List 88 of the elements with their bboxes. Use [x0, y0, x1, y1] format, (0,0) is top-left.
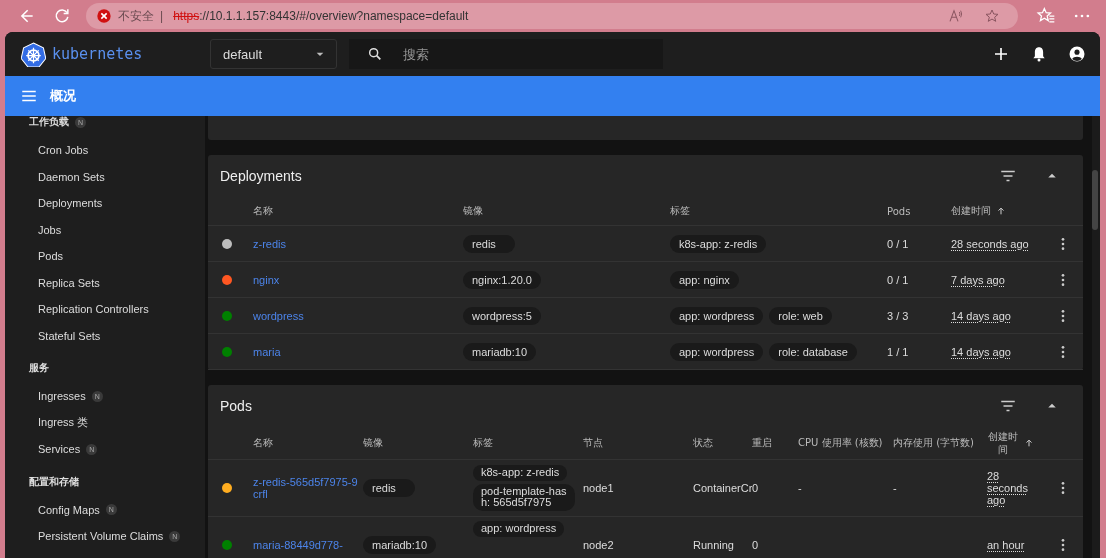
image-chip: nginx:1.20.0: [463, 270, 541, 289]
logo-text: kubernetes: [52, 45, 143, 63]
column-header[interactable]: 标签: [473, 436, 493, 450]
column-header[interactable]: 重启: [752, 436, 772, 450]
warning-icon[interactable]: [96, 8, 112, 24]
column-header[interactable]: 标签: [670, 204, 690, 218]
sidebar-item[interactable]: Ingress 类: [38, 415, 89, 431]
security-label[interactable]: 不安全: [118, 7, 154, 25]
sidebar-item[interactable]: Deployments: [38, 197, 103, 210]
sidebar-item[interactable]: Jobs: [38, 223, 62, 236]
image-chip: mariadb:10: [463, 342, 537, 361]
scrollbar-thumb[interactable]: [1092, 170, 1098, 230]
table-cell: 0: [752, 539, 759, 551]
sidebar-item[interactable]: Daemon Sets: [38, 170, 105, 183]
add-icon[interactable]: [992, 45, 1010, 63]
name-link[interactable]: z-redis-565d5f7975-9crfl: [253, 476, 359, 500]
name-link[interactable]: wordpress: [253, 309, 304, 322]
table-cell: -: [798, 482, 802, 494]
table-cell: -: [893, 482, 897, 494]
image-chip: wordpress:5: [463, 306, 541, 325]
sidebar-item[interactable]: Cron Jobs: [38, 144, 89, 157]
image-chip: mariadb:10: [363, 536, 437, 554]
name-link[interactable]: nginx: [253, 273, 280, 286]
namespace-select[interactable]: default: [210, 39, 337, 69]
section-title: 配置和存储: [29, 474, 79, 489]
column-header[interactable]: 节点: [583, 436, 603, 450]
section-title: 服务: [29, 361, 49, 375]
column-header[interactable]: 内存使用 (字节数): [893, 436, 974, 450]
search-icon: [367, 46, 383, 62]
image-chip: redis: [363, 479, 415, 497]
label-chip: app: wordpress: [670, 306, 764, 325]
sidebar-item[interactable]: Replication Controllers: [38, 303, 149, 316]
label-chip: role: web: [769, 306, 832, 325]
logo-icon: [21, 41, 46, 67]
card-title: Deployments: [220, 168, 302, 184]
account-icon[interactable]: [1068, 45, 1086, 63]
sort-arrow-icon[interactable]: [1024, 438, 1034, 448]
table-cell: 3 / 3: [887, 309, 909, 322]
label-chip: k8s-app: z-redis: [473, 465, 568, 481]
table-cell: 1 / 1: [887, 345, 909, 358]
column-header[interactable]: Pods: [887, 205, 911, 217]
table-cell: ContainerCr: [693, 482, 752, 494]
column-header[interactable]: 镜像: [463, 204, 483, 218]
column-header[interactable]: 镜像: [363, 436, 383, 450]
label-chip: app: wordpress: [473, 521, 565, 537]
label-chip: pod-template-hash: 565d5f7975: [473, 483, 575, 511]
column-header[interactable]: 创建时间: [951, 204, 991, 218]
table-cell: 0 / 1: [887, 273, 909, 286]
page-title: 概况: [50, 87, 76, 105]
image-chip: redis: [463, 234, 515, 253]
age-text: 28 seconds ago: [951, 237, 1029, 250]
name-link[interactable]: maria: [253, 345, 281, 358]
url-text[interactable]: https://10.1.1.157:8443/#/overview?namespace=default: [173, 9, 469, 23]
name-link[interactable]: maria-88449d778-: [253, 539, 343, 551]
age-text: 14 days ago: [951, 309, 1011, 322]
table-cell: node1: [583, 482, 614, 494]
column-header[interactable]: 创建时间: [987, 430, 1019, 456]
label-chip: k8s-app: z-redis: [670, 234, 767, 253]
column-header[interactable]: CPU 使用率 (核数): [798, 436, 883, 450]
label-chip: app: nginx: [670, 270, 739, 289]
name-link[interactable]: z-redis: [253, 237, 286, 250]
star-icon[interactable]: [984, 8, 1000, 24]
column-header[interactable]: 状态: [693, 436, 713, 450]
table-cell: Running: [693, 539, 734, 551]
sidebar-item[interactable]: Config Maps: [38, 503, 100, 516]
section-title: 工作负载: [29, 116, 69, 129]
sidebar-item[interactable]: Stateful Sets: [38, 329, 101, 342]
sort-arrow-icon[interactable]: [996, 206, 1006, 216]
label-chip: role: database: [769, 342, 857, 361]
column-header[interactable]: 名称: [253, 436, 273, 450]
address-bar[interactable]: 不安全 | https://10.1.1.157:8443/#/overview?namespace=default: [86, 3, 1018, 29]
table-cell: 0 / 1: [887, 237, 909, 250]
column-header[interactable]: 名称: [253, 204, 273, 218]
card-title: Pods: [220, 398, 252, 414]
search-field[interactable]: 搜索: [349, 39, 663, 69]
label-chip: app: wordpress: [670, 342, 764, 361]
sidebar-item[interactable]: Replica Sets: [38, 276, 100, 289]
separator: |: [160, 9, 164, 23]
age-text: 28 seconds ago: [987, 470, 1029, 506]
table-cell: node2: [583, 539, 614, 551]
age-text: 14 days ago: [951, 345, 1011, 358]
age-text: 7 days ago: [951, 273, 1005, 286]
sidebar-item[interactable]: Pods: [38, 250, 64, 263]
sidebar-item[interactable]: Services: [38, 443, 81, 456]
sidebar-item[interactable]: Persistent Volume Claims: [38, 530, 164, 543]
table-cell: 0: [752, 482, 759, 494]
sidebar-item[interactable]: Ingresses: [38, 390, 86, 403]
age-text: an hour: [987, 539, 1026, 551]
